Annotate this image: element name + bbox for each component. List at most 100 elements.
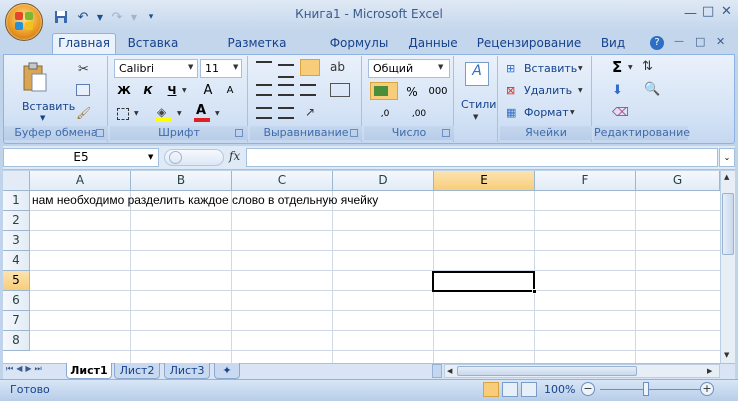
zoom-slider-track[interactable]: [600, 389, 700, 390]
bold-button[interactable]: Ж: [114, 81, 134, 100]
italic-button[interactable]: К: [138, 81, 158, 100]
scroll-left-icon[interactable]: ◀: [447, 367, 452, 375]
align-left-icon[interactable]: [256, 84, 272, 96]
row-header[interactable]: 1: [3, 191, 30, 211]
cell-a1[interactable]: нам необходимо разделить каждое слово в …: [32, 193, 378, 207]
copy-icon[interactable]: [76, 84, 90, 96]
chevron-down-icon[interactable]: ▼: [438, 63, 443, 71]
ribbon-minimize-icon[interactable]: —: [674, 36, 684, 47]
dialog-launcher-icon[interactable]: [96, 129, 104, 137]
row-header[interactable]: 3: [3, 231, 30, 251]
tab-split-handle[interactable]: [432, 364, 442, 378]
autosum-button[interactable]: Σ: [612, 58, 622, 76]
scroll-right-icon[interactable]: ▶: [707, 367, 712, 375]
currency-button[interactable]: [370, 82, 398, 100]
chevron-down-icon[interactable]: ▼: [233, 63, 238, 71]
fill-icon[interactable]: ⬇: [612, 83, 623, 98]
office-button[interactable]: [5, 3, 43, 41]
align-middle-icon[interactable]: [278, 64, 294, 78]
active-cell-e5[interactable]: [432, 271, 535, 292]
insert-function-button[interactable]: fx: [229, 149, 240, 163]
expand-formula-icon[interactable]: ⌄: [719, 148, 735, 167]
horizontal-scrollbar[interactable]: ◀ ▶: [444, 364, 720, 378]
scroll-down-icon[interactable]: ▼: [724, 351, 729, 359]
normal-view-icon[interactable]: [483, 382, 499, 397]
chevron-down-icon[interactable]: ▼: [148, 153, 153, 161]
column-header[interactable]: G: [636, 171, 720, 191]
vertical-scrollbar[interactable]: ▲ ▼: [720, 171, 735, 363]
tab-data[interactable]: Данные: [404, 34, 462, 54]
borders-button[interactable]: ▼: [114, 105, 144, 122]
underline-button[interactable]: Ч: [162, 81, 182, 100]
chevron-down-icon[interactable]: ▼: [188, 63, 193, 71]
tab-page-layout[interactable]: Разметка страницы: [198, 34, 316, 69]
tab-review[interactable]: Рецензирование: [476, 34, 582, 54]
dialog-launcher-icon[interactable]: [235, 129, 243, 137]
name-box[interactable]: E5: [3, 148, 159, 167]
percent-button[interactable]: %: [402, 82, 422, 101]
column-header[interactable]: C: [232, 171, 333, 191]
clear-icon[interactable]: ⌫: [612, 105, 629, 119]
help-icon[interactable]: ?: [650, 36, 664, 50]
increase-indent-icon[interactable]: [278, 107, 294, 119]
zoom-slider-thumb[interactable]: [643, 382, 649, 396]
align-top-icon[interactable]: [256, 61, 272, 75]
font-name-select[interactable]: Calibri: [114, 59, 198, 78]
column-header[interactable]: F: [535, 171, 636, 191]
restore-icon[interactable]: □: [695, 35, 705, 48]
row-header[interactable]: 2: [3, 211, 30, 231]
dialog-launcher-icon[interactable]: [442, 129, 450, 137]
tab-insert[interactable]: Вставка: [124, 34, 182, 54]
decrease-indent-icon[interactable]: [256, 107, 272, 119]
row-header[interactable]: 4: [3, 251, 30, 271]
tab-view[interactable]: Вид: [594, 34, 632, 54]
increase-decimal-button[interactable]: ,0: [370, 104, 400, 123]
zoom-in-button[interactable]: +: [700, 382, 714, 396]
tab-formulas[interactable]: Формулы: [327, 34, 391, 54]
sort-filter-icon[interactable]: ⇅: [642, 59, 653, 74]
page-break-view-icon[interactable]: [521, 382, 537, 397]
sheet-nav-icons[interactable]: ⏮◀▶⏭: [6, 364, 45, 374]
column-header[interactable]: D: [333, 171, 434, 191]
select-all-corner[interactable]: [3, 171, 30, 191]
merge-center-icon[interactable]: [330, 83, 350, 97]
insert-cells-button[interactable]: ⊞ Вставить ▼: [506, 60, 590, 78]
format-painter-icon[interactable]: 🖌: [76, 106, 91, 120]
shrink-font-button[interactable]: A: [220, 81, 240, 100]
scroll-up-icon[interactable]: ▲: [724, 173, 729, 181]
hscroll-thumb[interactable]: [457, 366, 637, 376]
row-header-selected[interactable]: 5: [3, 271, 30, 291]
chevron-down-icon[interactable]: ▼: [628, 64, 633, 71]
page-layout-view-icon[interactable]: [502, 382, 518, 397]
paste-button[interactable]: Вставить ▼: [12, 60, 75, 124]
column-header-selected[interactable]: E: [434, 171, 535, 191]
align-center-icon[interactable]: [278, 84, 294, 96]
find-select-icon[interactable]: 🔍: [644, 82, 660, 97]
align-bottom-icon[interactable]: [300, 59, 320, 76]
align-right-icon[interactable]: [300, 84, 316, 96]
chevron-down-icon[interactable]: ▼: [182, 87, 187, 94]
scroll-thumb[interactable]: [722, 193, 734, 255]
sheet-tab-1[interactable]: Лист1: [66, 363, 112, 379]
delete-cells-button[interactable]: ⊠ Удалить ▼: [506, 82, 590, 100]
sheet-tab-2[interactable]: Лист2: [114, 363, 160, 379]
format-cells-button[interactable]: ▦ Формат ▼: [506, 104, 590, 122]
close-workbook-icon[interactable]: ✕: [716, 35, 725, 48]
fill-color-button[interactable]: ◈ ▼: [154, 105, 188, 122]
row-header[interactable]: 6: [3, 291, 30, 311]
styles-button[interactable]: A Стили ▼: [460, 60, 496, 122]
close-icon[interactable]: ✕: [721, 4, 732, 19]
zoom-out-button[interactable]: −: [581, 382, 595, 396]
sheet-tab-3[interactable]: Лист3: [164, 363, 210, 379]
row-header[interactable]: 8: [3, 331, 30, 351]
grow-font-button[interactable]: A: [198, 81, 218, 100]
text-direction-icon[interactable]: ab: [330, 60, 348, 76]
insert-sheet-icon[interactable]: ✦: [214, 363, 240, 379]
orientation-icon[interactable]: ↗: [305, 105, 315, 119]
minimize-icon[interactable]: —: [684, 6, 697, 21]
zoom-level[interactable]: 100%: [544, 383, 575, 396]
formula-input[interactable]: [246, 148, 718, 167]
fill-handle[interactable]: [532, 289, 537, 294]
dialog-launcher-icon[interactable]: [350, 129, 358, 137]
font-color-button[interactable]: A ▼: [192, 103, 226, 122]
